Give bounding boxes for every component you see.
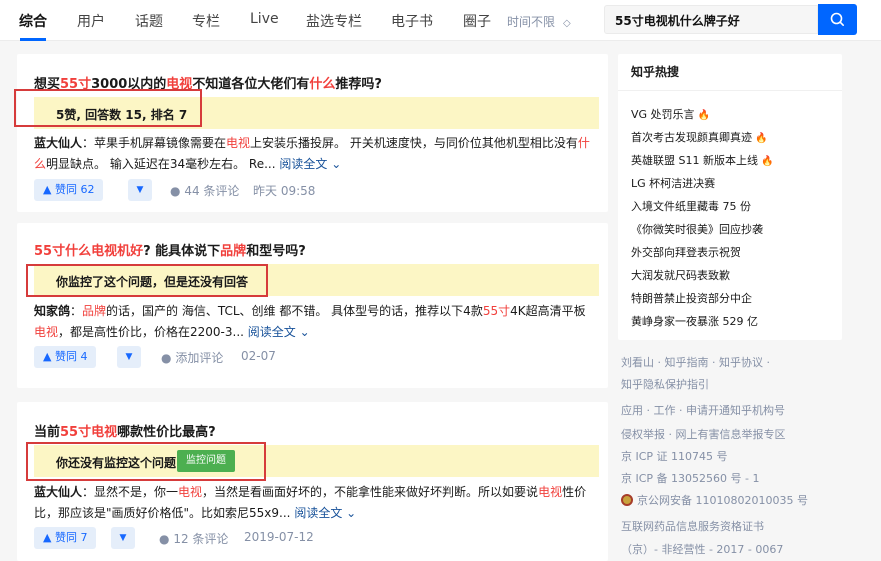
hot-search-panel: 知乎热搜 VG 处罚乐言 🔥 首次考古发现颜真卿真迹 🔥 英雄联盟 S11 新版本上… xyxy=(618,54,842,340)
read-more-link[interactable]: 阅读全文 ⌄ xyxy=(279,157,341,171)
hot-search-item[interactable]: VG 处罚乐言 🔥 xyxy=(631,106,710,122)
tab-comprehensive[interactable]: 综合 xyxy=(19,11,47,31)
upvote-button[interactable]: ▲ 赞同 7 xyxy=(34,527,97,549)
search-result-card: 想买55寸3000以内的电视不知道各位大佬们有什么推荐吗? 5赞, 回答数 15… xyxy=(14,54,608,212)
comment-button[interactable]: ● 12 条评论 xyxy=(159,530,228,547)
tab-circles[interactable]: 圈子 xyxy=(463,11,491,31)
comment-button[interactable]: ● 添加评论 xyxy=(161,349,223,366)
comment-icon: ● xyxy=(161,351,172,365)
fire-icon: 🔥 xyxy=(697,110,710,121)
fire-icon: 🔥 xyxy=(755,133,768,144)
answer-excerpt[interactable]: 知家鸽：品牌的话，国产的 海信、TCL、创维 都不错。 具体型号的话，推荐以下4… xyxy=(34,301,594,343)
drug-info-license[interactable]: 互联网药品信息服务资格证书 xyxy=(621,518,764,534)
search-button[interactable] xyxy=(818,4,857,35)
search-type-bar: 综合 用户 话题 专栏 Live 盐选专栏 电子书 圈子 时间不限 ◇ 55寸电视… xyxy=(0,0,881,41)
read-more-link[interactable]: 阅读全文 ⌄ xyxy=(248,325,310,339)
question-title[interactable]: 当前55寸电视哪款性价比最高? xyxy=(34,421,216,440)
upvote-button[interactable]: ▲ 赞同 62 xyxy=(34,179,104,201)
hot-search-item[interactable]: 首次考古发现颜真卿真迹 🔥 xyxy=(631,129,767,145)
police-record[interactable]: 京公网安备 11010802010035 号 xyxy=(621,492,808,508)
upvote-button[interactable]: ▲ 赞同 4 xyxy=(34,346,97,368)
chevron-down-icon: ⌄ xyxy=(346,506,357,520)
comment-button[interactable]: ● 44 条评论 xyxy=(170,182,239,199)
hot-search-item[interactable]: 黄峥身家一夜暴涨 529 亿 xyxy=(631,313,758,329)
hot-search-item[interactable]: 大润发就尺码表致歉 xyxy=(631,267,730,283)
drug-info-license-number: （京）- 非经营性 - 2017 - 0067 xyxy=(621,543,784,556)
active-tab-indicator xyxy=(20,38,46,41)
hot-search-item[interactable]: 特朗普禁止投资部分中企 xyxy=(631,290,752,306)
footer-links[interactable]: 刘看山 · 知乎指南 · 知乎协议 · xyxy=(621,354,770,370)
annotation-box xyxy=(14,89,202,127)
annotation-box xyxy=(26,264,268,297)
tab-live[interactable]: Live xyxy=(250,11,279,27)
hot-search-item[interactable]: LG 杯柯洁进决赛 xyxy=(631,175,715,191)
answer-time: 昨天 09:58 xyxy=(253,184,316,198)
tab-topics[interactable]: 话题 xyxy=(135,11,163,31)
answer-time: 02-07 xyxy=(241,349,276,363)
search-icon xyxy=(830,12,845,27)
hot-search-item[interactable]: 《你微笑时很美》回应抄袭 xyxy=(631,221,763,237)
privacy-link[interactable]: 知乎隐私保护指引 xyxy=(621,376,709,392)
hot-search-item[interactable]: 英雄联盟 S11 新版本上线 🔥 xyxy=(631,152,773,168)
answer-excerpt[interactable]: 蓝大仙人：苹果手机屏幕镜像需要在电视上安装乐播投屏。 开关机速度快，与同价位其他… xyxy=(34,133,594,175)
question-title[interactable]: 55寸什么电视机好? 能具体说下品牌和型号吗? xyxy=(34,240,306,259)
annotation-box xyxy=(26,442,266,481)
chevron-down-icon: ⌄ xyxy=(299,325,310,339)
tab-ebooks[interactable]: 电子书 xyxy=(391,11,433,31)
divider xyxy=(618,90,842,91)
answer-time: 2019-07-12 xyxy=(244,530,314,544)
chevron-updown-icon: ◇ xyxy=(563,18,571,29)
tab-columns[interactable]: 专栏 xyxy=(192,11,220,31)
hot-search-title: 知乎热搜 xyxy=(631,65,680,79)
report-links[interactable]: 侵权举报 · 网上有害信息举报专区 xyxy=(621,426,786,442)
read-more-link[interactable]: 阅读全文 ⌄ xyxy=(294,506,356,520)
search-result-card: 当前55寸电视哪款性价比最高? 你还没有监控这个问题 监控问题 蓝大仙人：显然不… xyxy=(17,402,608,561)
search-result-card: 55寸什么电视机好? 能具体说下品牌和型号吗? 你监控了这个问题，但是还没有回答… xyxy=(17,223,608,388)
chevron-down-icon: ⌄ xyxy=(331,157,342,171)
icp-license[interactable]: 京 ICP 证 110745 号 xyxy=(621,448,728,464)
icp-record[interactable]: 京 ICP 备 13052560 号 - 1 xyxy=(621,470,760,486)
comment-icon: ● xyxy=(170,184,181,198)
downvote-button[interactable]: ▼ xyxy=(117,346,141,368)
fire-icon: 🔥 xyxy=(760,156,774,167)
tab-salt-columns[interactable]: 盐选专栏 xyxy=(306,11,362,31)
footer-links[interactable]: 应用 · 工作 · 申请开通知乎机构号 xyxy=(621,402,785,418)
hot-search-item[interactable]: 外交部向拜登表示祝贺 xyxy=(631,244,741,260)
tab-users[interactable]: 用户 xyxy=(77,11,105,31)
time-filter-label: 时间不限 xyxy=(507,15,556,29)
time-filter-dropdown[interactable]: 时间不限 ◇ xyxy=(507,13,571,30)
search-input[interactable]: 55寸电视机什么牌子好 xyxy=(604,5,818,34)
downvote-button[interactable]: ▼ xyxy=(111,527,135,549)
comment-icon: ● xyxy=(159,532,170,546)
downvote-button[interactable]: ▼ xyxy=(128,179,152,201)
police-badge-icon xyxy=(621,494,633,506)
hot-search-item[interactable]: 入境文件纸里藏毒 75 份 xyxy=(631,198,751,214)
answer-excerpt[interactable]: 蓝大仙人：显然不是，你一电视，当然是看画面好坏的，不能拿性能来做好坏判断。所以如… xyxy=(34,482,594,524)
